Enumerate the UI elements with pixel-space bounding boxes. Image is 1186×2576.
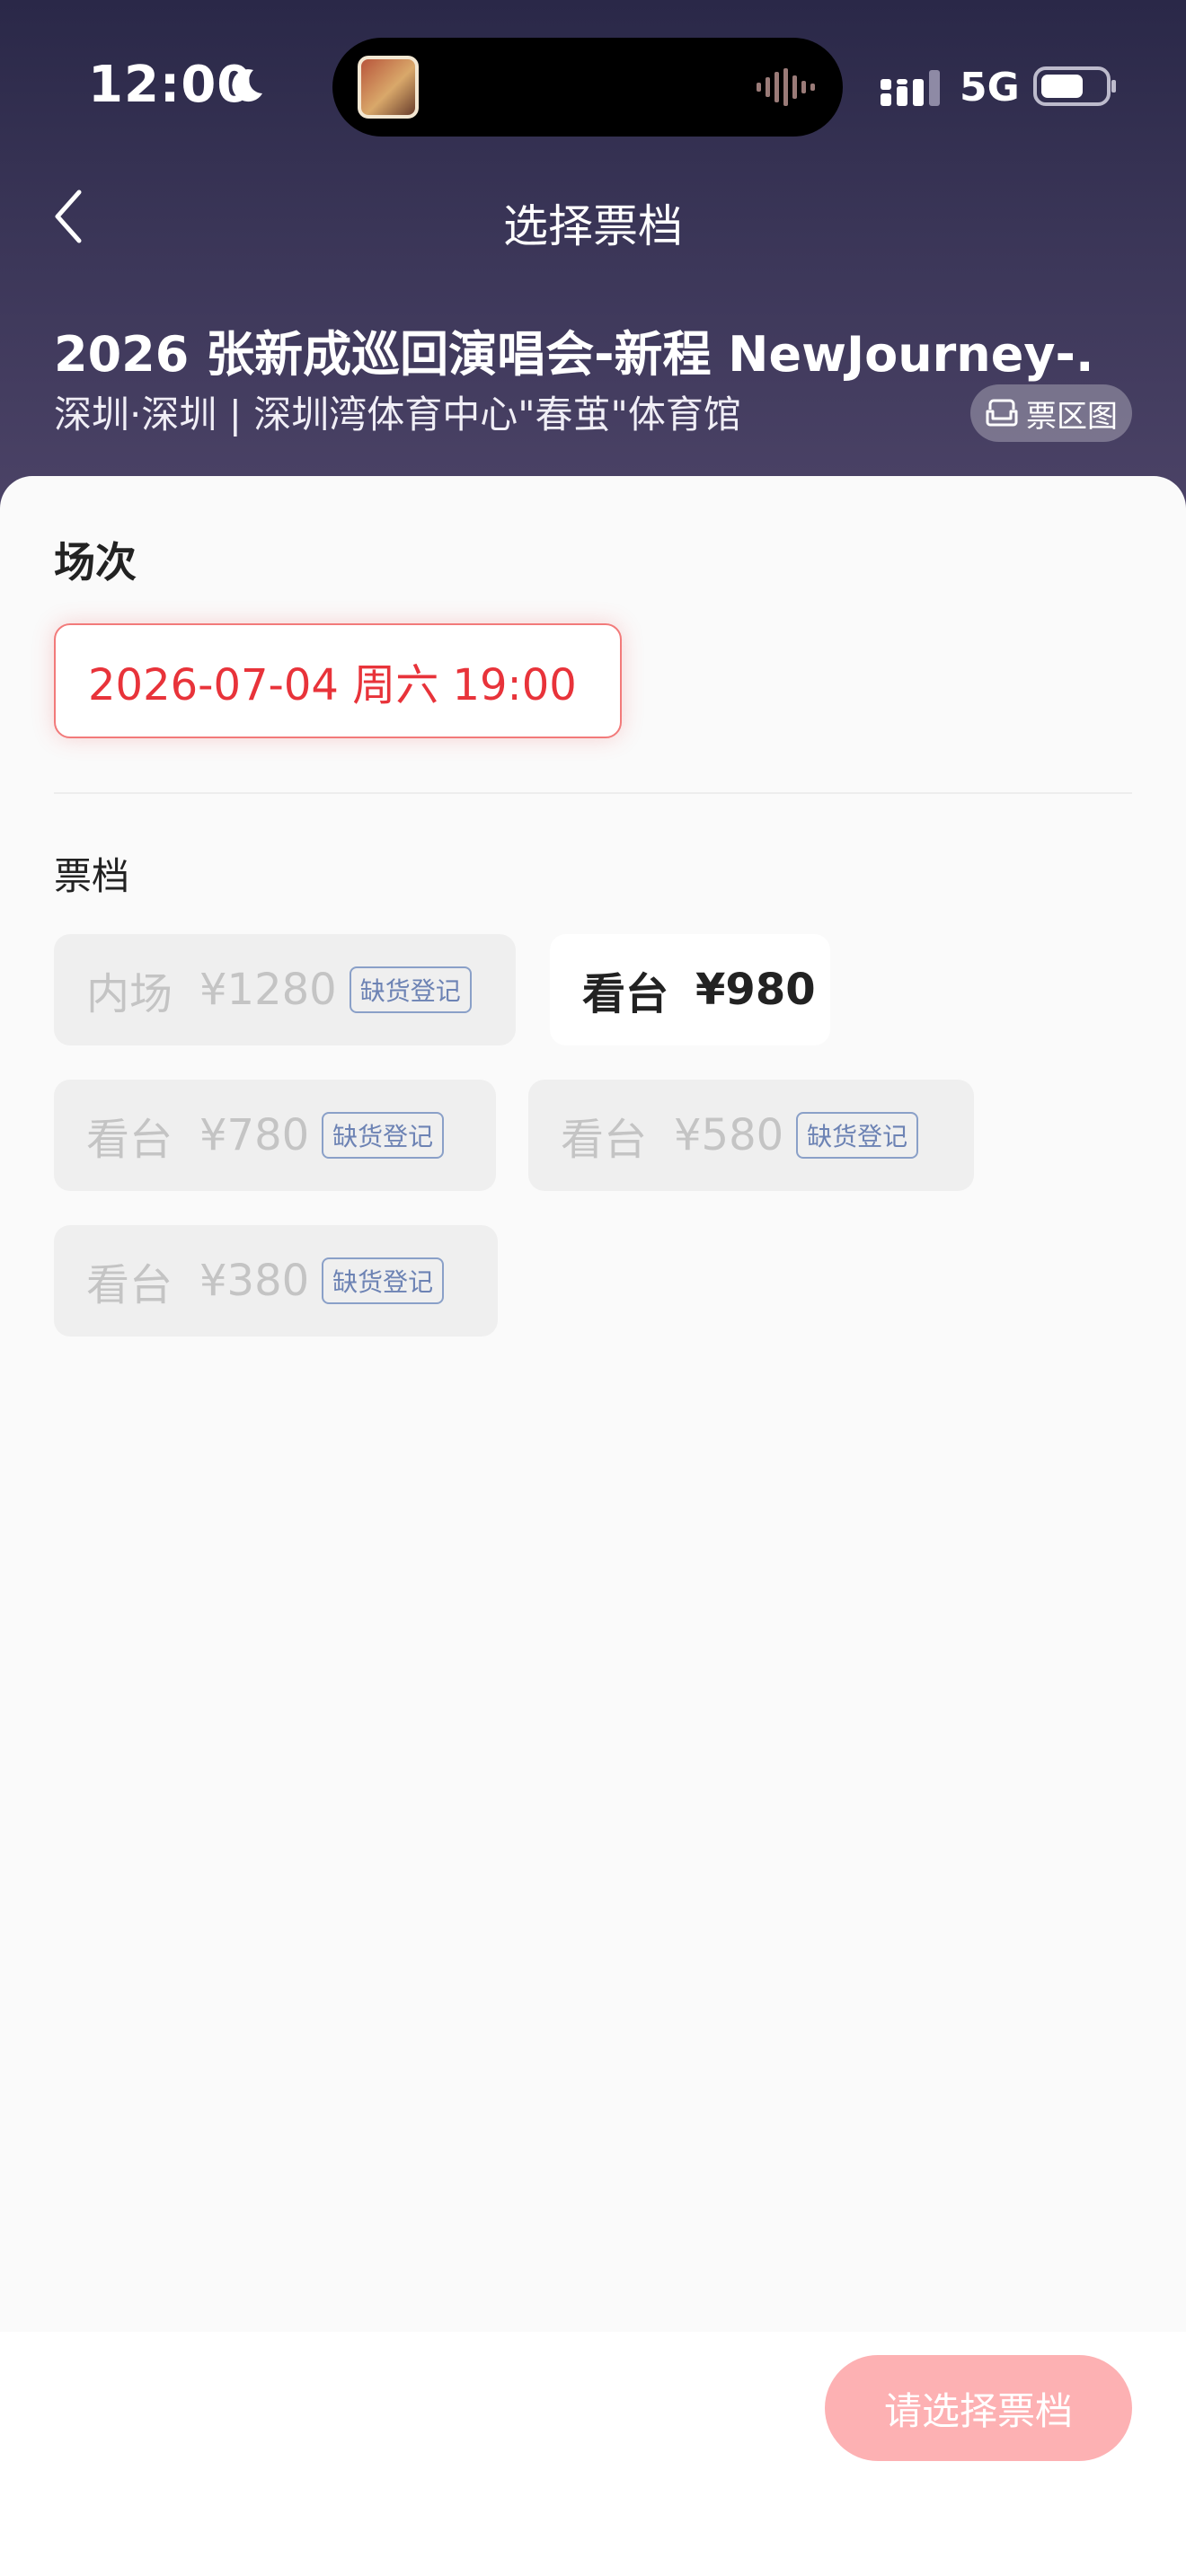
waitlist-badge[interactable]: 缺货登记 (349, 966, 472, 1013)
tier-name: 看台 (582, 969, 669, 1019)
waitlist-badge[interactable]: 缺货登记 (322, 1112, 445, 1159)
dynamic-island[interactable] (332, 38, 843, 137)
audio-wave-icon (757, 68, 815, 106)
battery-icon (1033, 66, 1116, 106)
now-playing-thumbnail[interactable] (358, 56, 419, 119)
tier-heading: 票档 (54, 854, 130, 898)
tier-price: ¥780 (199, 1110, 310, 1160)
seat-map-label: 票区图 (1026, 398, 1118, 435)
tier-price: ¥380 (199, 1256, 310, 1306)
tier-option[interactable]: 看台 ¥580 缺货登记 (528, 1080, 974, 1191)
moon-icon (232, 69, 262, 102)
select-tier-button-label: 请选择票档 (883, 2388, 1073, 2433)
event-venue: 深圳·深圳 | 深圳湾体育中心"春茧"体育馆 (54, 393, 741, 437)
session-datetime: 2026-07-04 周六 19:00 (88, 660, 577, 710)
event-title: 2026 张新成巡回演唱会-新程 NewJourney-... (54, 326, 1096, 383)
tier-option[interactable]: 内场 ¥1280 缺货登记 (54, 934, 516, 1045)
tier-name: 看台 (561, 1115, 648, 1165)
tier-option[interactable]: 看台 ¥780 缺货登记 (54, 1080, 496, 1191)
divider (54, 792, 1132, 794)
waitlist-badge[interactable]: 缺货登记 (322, 1257, 445, 1304)
select-tier-button[interactable]: 请选择票档 (825, 2355, 1132, 2461)
tier-name: 内场 (86, 969, 173, 1019)
session-heading: 场次 (54, 538, 137, 587)
tier-option-available[interactable]: 看台 ¥980 (550, 934, 830, 1045)
tier-name: 看台 (86, 1260, 173, 1310)
ticket-selection-screen: 12:00 5G 选择票档 2026 张新成巡回演唱会-新程 NewJourne… (0, 0, 1186, 2576)
tier-option[interactable]: 看台 ¥380 缺货登记 (54, 1225, 498, 1337)
network-type: 5G (960, 65, 1020, 110)
tier-price: ¥580 (674, 1110, 784, 1160)
signal-icon (881, 70, 940, 106)
session-option-selected[interactable]: 2026-07-04 周六 19:00 (54, 623, 622, 738)
waitlist-badge[interactable]: 缺货登记 (796, 1112, 919, 1159)
tier-price: ¥1280 (199, 965, 337, 1015)
page-title: 选择票档 (503, 200, 683, 252)
seat-map-button[interactable]: 票区图 (970, 384, 1132, 442)
tier-name: 看台 (86, 1115, 173, 1165)
selection-panel: 场次 2026-07-04 周六 19:00 票档 内场 ¥1280 缺货登记 … (0, 476, 1186, 2576)
tier-price: ¥980 (695, 965, 816, 1015)
sofa-icon (986, 399, 1018, 427)
